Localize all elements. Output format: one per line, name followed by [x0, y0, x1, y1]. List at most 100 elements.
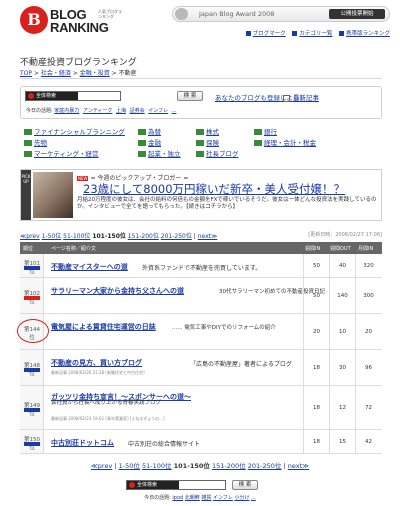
week-out: 15 — [329, 430, 355, 453]
topic-link[interactable]: インフレ — [148, 108, 168, 114]
divider — [20, 78, 382, 79]
page-link[interactable]: 151-200位 — [212, 462, 246, 470]
week-in: 50 — [303, 278, 329, 313]
search-input[interactable]: 全体検索 — [25, 91, 121, 101]
topic-link[interactable]: 証券会 — [130, 108, 145, 114]
blog-title-link[interactable]: 電気屋による賃貸住宅運営の日誌 — [51, 322, 156, 332]
topic-link[interactable]: 小分け — [234, 495, 249, 501]
topic-link[interactable]: 北朝鮮 — [185, 495, 200, 501]
breadcrumb-top[interactable]: TOP — [20, 70, 32, 77]
rank-cell: 第149位 — [20, 386, 44, 429]
topic-link[interactable]: インフレ — [213, 495, 233, 501]
category-item[interactable]: ファイナンシャルプランニング — [24, 126, 125, 136]
category-item[interactable]: 銀行 — [254, 126, 277, 136]
month-in: 96 — [355, 350, 381, 385]
month-in: 42 — [355, 430, 381, 453]
category-link[interactable]: 保険 — [206, 139, 219, 147]
category-link[interactable]: マーケティング・経営 — [34, 150, 98, 158]
blog-title-link[interactable]: 不動産マイスターへの道 — [51, 262, 128, 272]
category-item[interactable]: 経理・会計・税金 — [254, 137, 316, 147]
category-item[interactable]: 金融 — [138, 137, 161, 147]
week-in: 20 — [303, 314, 329, 349]
category-item[interactable]: 先物 — [24, 137, 47, 147]
rank-label-icon — [24, 441, 40, 446]
page-link[interactable]: 1-50位 — [119, 462, 140, 470]
page-link[interactable]: 51-100位 — [142, 462, 172, 470]
week-out: 10 — [329, 314, 355, 349]
rank-label-icon — [24, 367, 40, 372]
blog-award-banner[interactable]: Japan Blog Award 2008 公開投票開始 — [172, 6, 390, 22]
topic-link[interactable]: アンティーク — [83, 108, 113, 114]
award-title: Japan Blog Award 2008 — [199, 10, 275, 18]
next-link[interactable]: next≫ — [198, 233, 218, 240]
rank-cell: 第150位 — [20, 430, 44, 453]
pagination: ≪prev 1-50位 51-100位 101-150位 151-200位 20… — [20, 233, 218, 240]
category-item[interactable]: 起業・独立 — [138, 148, 181, 158]
table-row: 第149位 ガッツリ金持ち宣言！～スポンサーへの道～ 会社員から社長へ成り上がる… — [20, 386, 382, 430]
month-in: 320 — [355, 254, 381, 277]
blog-title-link[interactable]: 中古別荘ドットコム — [51, 438, 114, 448]
category-link[interactable]: 経理・会計・税金 — [264, 139, 316, 147]
prev-link[interactable]: ≪prev — [20, 233, 40, 240]
category-list-link[interactable]: カテゴリ一覧 — [299, 31, 332, 37]
page-link[interactable]: 201-250位 — [161, 233, 192, 240]
search-input[interactable]: 全体検索 — [126, 480, 226, 490]
category-link[interactable]: 社長ブログ — [206, 150, 239, 158]
logo-text-line2: RANKING — [50, 20, 109, 35]
folder-icon — [24, 140, 32, 146]
topic-link[interactable]: ipod — [172, 495, 183, 501]
vote-button[interactable]: 公開投票開始 — [329, 9, 385, 19]
search-button[interactable]: 検 索 — [177, 91, 203, 101]
ranking-table: 順位 ページ名称／紹介文 週間IN 週間OUT 月間IN 第101位 不動産マイ… — [17, 242, 382, 454]
blog-title-link[interactable]: 不動産の見方、買い方ブログ — [51, 358, 142, 368]
breadcrumb: TOP > 社会・経済 > 金融・投資 > 不動産 — [20, 70, 137, 77]
today-topics: 今日の話題: 家庭内暴力 アンティーク 上海 証券会 インフレ ... — [26, 107, 178, 114]
category-item[interactable]: 保険 — [196, 137, 219, 147]
header: B BLOG RANKING 人気ブログランキング Japan Blog Awa… — [0, 0, 400, 44]
page-link[interactable]: 51-100位 — [63, 233, 90, 240]
page-link[interactable]: 1-50位 — [42, 233, 62, 240]
prev-link[interactable]: ≪prev — [91, 462, 112, 470]
category-link[interactable]: 株式 — [206, 128, 219, 136]
table-row: 第148位 不動産の見方、買い方ブログ 「広島の不動産屋」著者によるブログ 最新… — [20, 350, 382, 386]
category-item[interactable]: 社長ブログ — [196, 148, 239, 158]
search-scope-label: 全体検索 — [26, 92, 78, 100]
topic-link[interactable]: ... — [172, 108, 177, 114]
topic-link[interactable]: 雑貨 — [201, 495, 211, 501]
logo-mark: B — [20, 6, 48, 34]
blogmark-link[interactable]: ブログマーク — [253, 31, 286, 37]
topic-link[interactable]: ... — [251, 495, 256, 501]
pickup-title-link[interactable]: 23歳にして8000万円稼いだ新卒・美人受付嬢！？ — [83, 181, 345, 197]
new-articles-link[interactable]: 最新記事 — [293, 94, 319, 102]
week-out: 12 — [329, 386, 355, 429]
header-rank: 順位 — [23, 246, 34, 252]
header-month-in: 月間IN — [358, 246, 374, 252]
category-link[interactable]: 銀行 — [264, 128, 277, 136]
rank-label-icon — [24, 295, 40, 300]
mobile-ranking-link[interactable]: 携帯版ランキング — [346, 31, 390, 37]
blog-description: 会社員から社長へ成り上がる青春実践ブログ — [51, 400, 162, 406]
blog-ranking-logo[interactable]: B BLOG RANKING 人気ブログランキング — [20, 6, 122, 36]
updated-time: [更新日時：2008/02/27 17:06] — [308, 232, 382, 238]
breadcrumb-society[interactable]: 社会・経済 — [41, 70, 71, 77]
topic-link[interactable]: 上海 — [116, 108, 126, 114]
category-item[interactable]: 株式 — [196, 126, 219, 136]
blog-title-link[interactable]: サラリーマン大家から金持ち父さんへの道 — [51, 286, 184, 296]
category-item[interactable]: 為替 — [138, 126, 161, 136]
category-link[interactable]: 起業・独立 — [148, 150, 181, 158]
table-row: 第101位 不動産マイスターへの道 外資系ファンドで不動産を売買しています。 5… — [20, 254, 382, 278]
next-link[interactable]: next≫ — [288, 462, 309, 470]
search-button[interactable]: 検 索 — [232, 480, 258, 490]
category-link[interactable]: 先物 — [34, 139, 47, 147]
category-link[interactable]: 金融 — [148, 139, 161, 147]
page-link[interactable]: 151-200位 — [128, 233, 159, 240]
category-item[interactable]: マーケティング・経営 — [24, 148, 98, 158]
topic-link[interactable]: 家庭内暴力 — [54, 108, 79, 114]
breadcrumb-finance[interactable]: 金融・投資 — [80, 70, 110, 77]
category-link[interactable]: ファイナンシャルプランニング — [34, 128, 125, 136]
blogger-photo[interactable] — [33, 172, 73, 218]
page-link[interactable]: 201-250位 — [248, 462, 282, 470]
week-in: 18 — [303, 350, 329, 385]
blog-description: 「広島の不動産屋」著者によるブログ — [190, 361, 292, 368]
category-link[interactable]: 為替 — [148, 128, 161, 136]
